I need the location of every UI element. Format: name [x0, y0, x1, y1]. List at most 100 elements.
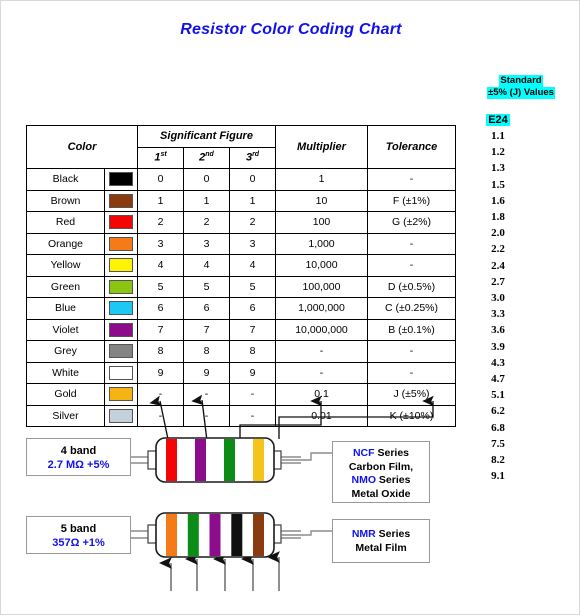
multiplier-cell: 1,000: [275, 232, 368, 255]
digit-3-cell: 2: [229, 211, 276, 234]
tolerance-cell: -: [367, 254, 456, 277]
color-name-cell: Yellow: [26, 254, 105, 277]
table-row: Black 0 0 0 1-: [26, 168, 456, 191]
color-swatch-cell: [104, 254, 138, 277]
digit-3-cell: 3: [229, 232, 276, 255]
digit-3-cell: 1: [229, 189, 276, 212]
multiplier-cell: -: [275, 361, 368, 384]
ncf-line-3: NMO Series: [351, 474, 411, 486]
digit-1-cell: 4: [137, 254, 184, 277]
five-band-label: 5 band 357Ω +1%: [26, 516, 131, 554]
table-row: Brown 1 1 1 10 F (±1%): [26, 189, 456, 212]
e24-value: 3.3: [491, 308, 505, 321]
color-swatch: [109, 344, 133, 359]
header-digit-2: 2nd: [183, 146, 230, 169]
color-swatch-cell: [104, 211, 138, 234]
digit-1-cell: 8: [137, 340, 184, 363]
table-row: Grey 8 8 8- -: [26, 340, 456, 363]
tolerance-cell: K (±10%): [367, 404, 456, 427]
table-row: Violet 7 7 7 10,000,000 B (±0.1%): [26, 318, 456, 341]
digit-1-cell: 6: [137, 297, 184, 320]
color-swatch-cell: [104, 168, 138, 191]
resistor-band-brown: [253, 514, 264, 556]
e24-value: 1.5: [491, 178, 505, 191]
table-row: Red 2 2 2 100 G (±2%): [26, 211, 456, 234]
digit-2-cell: 6: [183, 297, 230, 320]
resistor-band-orange: [166, 514, 177, 556]
digit-3-cell: 7: [229, 318, 276, 341]
digit-2-cell: 8: [183, 340, 230, 363]
color-swatch: [109, 365, 133, 380]
nmr-line-1: NMR Series: [351, 528, 411, 540]
digit-2-cell: 5: [183, 275, 230, 298]
chart-page: Resistor Color Coding Chart Standard ±5%…: [1, 1, 579, 614]
e24-value: 2.0: [491, 227, 505, 240]
five-band-title: 5 band: [60, 523, 97, 535]
four-band-title: 4 band: [60, 445, 97, 457]
color-swatch-cell: [104, 275, 138, 298]
e24-value: 3.9: [491, 340, 505, 353]
table-body: Black 0 0 0 1- Brown 1 1 1 10 F (±1%) Red 2 2 2 100 G (±…: [26, 168, 456, 427]
e24-value: 9.1: [491, 470, 505, 483]
digit-3-cell: 6: [229, 297, 276, 320]
color-swatch-cell: [104, 361, 138, 384]
color-swatch-cell: [104, 189, 138, 212]
digit-1-cell: 5: [137, 275, 184, 298]
table-row: White 9 9 9- -: [26, 361, 456, 384]
tolerance-cell: G (±2%): [367, 211, 456, 234]
digit-3-cell: 4: [229, 254, 276, 277]
resistor-color-table: Color Significant Figure Multiplier Tole…: [26, 125, 456, 427]
e24-value-list: 1.1 1.2 1.3 1.5 1.6 1.8 2.0 2.2 2.4 2.7 3.0 3.3 3.6 3…: [463, 128, 533, 484]
color-name-cell: Violet: [26, 318, 105, 341]
e24-value: 1.3: [491, 162, 505, 175]
color-name-cell: Brown: [26, 189, 105, 212]
resistor-band-violet: [195, 439, 206, 481]
color-swatch-cell: [104, 404, 138, 427]
header-multiplier: Multiplier: [275, 125, 368, 169]
standard-values-header: Standard ±5% (J) Values: [463, 75, 579, 99]
color-name-cell: Grey: [26, 340, 105, 363]
header-digit-3: 3rd: [229, 146, 276, 169]
resistor-band-violet: [209, 514, 221, 556]
e24-value: 1.8: [491, 211, 505, 224]
digit-2-cell: 2: [183, 211, 230, 234]
digit-1-cell: 2: [137, 211, 184, 234]
four-band-color-bands: [166, 439, 264, 481]
header-color: Color: [26, 125, 138, 169]
standard-values-line2: ±5% (J) Values: [487, 87, 555, 99]
table-row: Yellow 4 4 4 10,000-: [26, 254, 456, 277]
e24-value: 2.2: [491, 243, 505, 256]
multiplier-cell: 1: [275, 168, 368, 191]
e24-value: 4.3: [491, 356, 505, 369]
table-row: Gold - - -0.1 J (±5%): [26, 383, 456, 406]
color-swatch: [109, 236, 133, 251]
color-swatch-cell: [104, 318, 138, 341]
digit-3-cell: 9: [229, 361, 276, 384]
e24-value: 2.7: [491, 275, 505, 288]
digit-2-cell: -: [183, 404, 230, 427]
e24-value: 7.5: [491, 437, 505, 450]
e24-value: 1.6: [491, 194, 505, 207]
multiplier-cell: 1,000,000: [275, 297, 368, 320]
color-name-cell: Black: [26, 168, 105, 191]
e24-value: 2.4: [491, 259, 505, 272]
digit-2-cell: -: [183, 383, 230, 406]
tolerance-cell: D (±0.5%): [367, 275, 456, 298]
color-name-cell: Green: [26, 275, 105, 298]
ncf-line-2: Carbon Film,: [348, 460, 414, 473]
color-swatch: [109, 322, 133, 337]
tolerance-cell: F (±1%): [367, 189, 456, 212]
color-name-cell: Silver: [26, 404, 105, 427]
resistor-band-black: [231, 514, 243, 556]
header-digit-1: 1st: [137, 146, 184, 169]
digit-3-cell: 8: [229, 340, 276, 363]
digit-2-cell: 3: [183, 232, 230, 255]
e24-label: E24: [486, 114, 510, 126]
tolerance-cell: -: [367, 232, 456, 255]
nmr-line-2: Metal Film: [355, 541, 407, 554]
resistor-band-red: [166, 439, 177, 481]
color-name-cell: Gold: [26, 383, 105, 406]
color-swatch: [109, 387, 133, 402]
color-name-cell: Orange: [26, 232, 105, 255]
ncf-line-4: Metal Oxide: [351, 487, 411, 500]
